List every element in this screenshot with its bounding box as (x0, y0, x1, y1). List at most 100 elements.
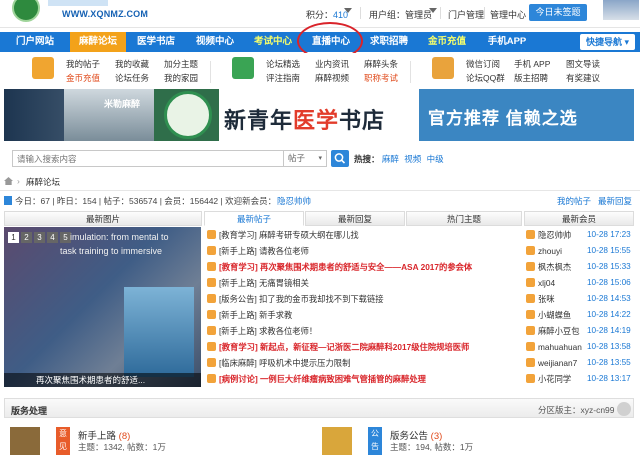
tab-hot-topics[interactable]: 热门主题 (406, 211, 522, 226)
list-item[interactable]: [版务公告] 扣了我的金币我却找不到下载链接 (207, 291, 525, 307)
link-my-home[interactable]: 我的家园 (164, 72, 198, 84)
member-item[interactable]: 隐忍帅帅 (526, 227, 571, 243)
member-item[interactable]: 枫杰枫杰 (526, 259, 571, 275)
user-icon (526, 374, 535, 383)
nav-forum[interactable]: 麻醉论坛 (70, 32, 126, 52)
link-videos[interactable]: 麻醉视频 (315, 72, 349, 84)
tab-latest-posts[interactable]: 最新帖子 (204, 211, 304, 226)
breadcrumb-forum[interactable]: 麻醉论坛 (26, 176, 60, 188)
post-icon (207, 294, 216, 303)
forum-card-newbie[interactable]: 意见 新手上路 (8) 主题：1342, 帖数：1万 (10, 424, 310, 455)
list-item[interactable]: [病例讨论] 一例巨大纤维瘤病致困难气管插管的麻醉处理 (207, 371, 525, 387)
link-tasks[interactable]: 论坛任务 (115, 72, 149, 84)
search-button[interactable] (331, 150, 349, 167)
search-box (12, 150, 284, 167)
member-item[interactable]: weijianan7 (526, 355, 577, 371)
forum-badge: 意见 (56, 427, 70, 455)
new-member-link[interactable]: 隐忍帅帅 (277, 195, 311, 207)
link-graphic-guide[interactable]: 图文导读 (566, 58, 600, 70)
list-item[interactable]: [新手上路] 新手求教 (207, 307, 525, 323)
section-moderator[interactable]: 分区版主：xyz-cn99 (538, 404, 615, 416)
link-wechat[interactable]: 微信订阅 (466, 58, 500, 70)
hot-term[interactable]: 视频 (404, 154, 421, 164)
collapse-icon[interactable] (617, 402, 631, 416)
member-item[interactable]: 小花同学 (526, 371, 571, 387)
member-time: 10-28 14:19 (587, 326, 631, 335)
link-headlines[interactable]: 麻醉头条 (364, 58, 398, 70)
list-item[interactable]: [新手上路] 无痛胃镜相关 (207, 275, 525, 291)
nav-recharge[interactable]: 金币充值 (418, 32, 476, 52)
post-icon (207, 278, 216, 287)
user-group-label: 用户组：管理员 (369, 10, 433, 20)
divider (0, 190, 640, 191)
nav-exam[interactable]: 考试中心 (244, 32, 302, 52)
portal-admin-link[interactable]: 门户管理 (448, 8, 484, 21)
home-icon[interactable] (4, 177, 13, 185)
quick-nav-button[interactable]: 快捷导航 ▾ (580, 34, 635, 50)
link-qq-group[interactable]: 论坛QQ群 (466, 72, 505, 84)
nav-bookstore[interactable]: 医学书店 (126, 32, 186, 52)
tab-latest-replies[interactable]: 最新回复 (305, 211, 405, 226)
tab-new-members: 最新会员 (524, 211, 634, 226)
member-time: 10-28 17:23 (587, 230, 631, 239)
member-item[interactable]: xlj04 (526, 275, 555, 291)
link-news[interactable]: 业内资讯 (315, 58, 349, 70)
member-item[interactable]: zhouyi (526, 243, 562, 259)
breadcrumb-sep: › (17, 176, 20, 186)
post-icon (207, 262, 216, 271)
avatar[interactable] (603, 0, 639, 20)
user-icon (526, 294, 535, 303)
banner-title: 新青年医学书店 (224, 108, 386, 133)
nav-portal[interactable]: 门户网站 (0, 32, 70, 52)
latest-reply-link[interactable]: 最新回复 (598, 195, 632, 207)
mgmt-center-link[interactable]: 管理中心 (490, 8, 526, 21)
hot-term[interactable]: 麻醉 (382, 154, 399, 164)
forum-title[interactable]: 新手上路 (8) (78, 428, 130, 442)
post-icon (207, 246, 216, 255)
list-item[interactable]: [新手上路] 求教各位老师！ (207, 323, 525, 339)
member-time: 10-28 15:33 (587, 262, 631, 271)
forum-card-announce[interactable]: 公告 版务公告 (3) 主题：194, 帖数：1万 (322, 424, 622, 455)
post-icon (207, 230, 216, 239)
chevron-down-icon[interactable] (429, 8, 437, 13)
nav-jobs[interactable]: 求职招聘 (360, 32, 418, 52)
member-item[interactable]: 张咪 (526, 291, 555, 307)
link-bonus-topics[interactable]: 加分主题 (164, 58, 198, 70)
link-exam[interactable]: 职称考试 (364, 72, 398, 84)
divider (410, 61, 411, 83)
member-item[interactable]: 麻醉小豆包 (526, 323, 580, 339)
section-title: 版务处理 (11, 406, 48, 416)
link-suggestions[interactable]: 有奖建议 (566, 72, 600, 84)
banner-book-title: 米勒麻醉 (104, 99, 141, 109)
list-item[interactable]: [教育学习] 再次聚焦围术期患者的舒适与安全——ASA 2017的参会体 (207, 259, 525, 275)
user-icon (526, 358, 535, 367)
nav-app[interactable]: 手机APP (476, 32, 538, 52)
link-mod-recruit[interactable]: 版主招聘 (514, 72, 548, 84)
book-icon (10, 427, 40, 455)
link-featured[interactable]: 论坛精选 (266, 58, 300, 70)
chevron-down-icon[interactable] (344, 8, 352, 16)
list-item[interactable]: [教育学习] 新起点，新征程—记浙医二院麻醉科2017级住院规培医师 (207, 339, 525, 355)
signin-button[interactable]: 今日未签题 (529, 4, 587, 21)
link-guides[interactable]: 评注指南 (266, 72, 300, 84)
link-recharge[interactable]: 金币充值 (66, 72, 100, 84)
forum-stats: 今日：67 | 昨日：154 | 帖子：536574 | 会员：156442 |… (0, 194, 640, 208)
list-item[interactable]: [新手上路] 请教各位老师 (207, 243, 525, 259)
link-my-posts[interactable]: 我的帖子 (66, 58, 100, 70)
hot-term[interactable]: 中级 (427, 154, 444, 164)
link-my-favorites[interactable]: 我的收藏 (115, 58, 149, 70)
site-logo[interactable]: WWW.XQNMZ.COM (4, 0, 154, 26)
nav-video[interactable]: 视频中心 (186, 32, 244, 52)
link-mobile-app[interactable]: 手机 APP (514, 58, 550, 70)
list-item[interactable]: [临床麻醉] 呼吸机术中提示压力限制 (207, 355, 525, 371)
bookstore-banner[interactable]: 米勒麻醉 新青年医学书店 官方推荐 信赖之选 (4, 89, 634, 141)
search-input[interactable] (13, 151, 283, 166)
user-icon (526, 246, 535, 255)
search-type-select[interactable]: 帖子 ▾ (284, 150, 327, 167)
tab-latest-images[interactable]: 最新图片 (4, 211, 202, 226)
member-item[interactable]: mahuahuan (526, 339, 582, 355)
my-posts-link[interactable]: 我的帖子 (557, 195, 591, 207)
list-item[interactable]: [教育学习] 麻醉考研专硕大纲在哪儿找 (207, 227, 525, 243)
forum-title[interactable]: 版务公告 (3) (390, 428, 442, 442)
member-item[interactable]: 小蝴蝶鱼 (526, 307, 571, 323)
